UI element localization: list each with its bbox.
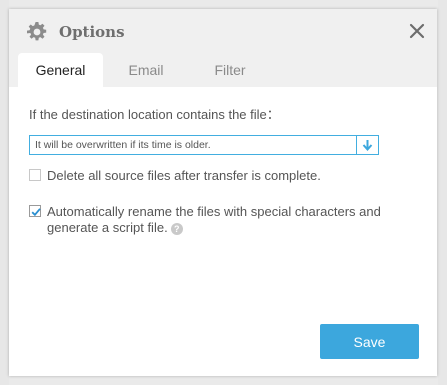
auto-rename-label-line2: generate a script file.	[47, 220, 168, 235]
options-dialog: Options General Email Filter If the dest…	[9, 9, 437, 376]
auto-rename-checkbox[interactable]	[29, 205, 41, 217]
tab-general[interactable]: General	[18, 53, 103, 87]
auto-rename-label-line2-wrap: generate a script file.?	[47, 220, 183, 236]
dialog-title: Options	[59, 23, 125, 41]
gear-icon	[27, 22, 47, 41]
help-icon[interactable]: ?	[170, 223, 183, 235]
destination-label: If the destination location contains the…	[29, 107, 280, 122]
dialog-titlebar: Options General Email Filter	[9, 9, 437, 87]
tab-email[interactable]: Email	[105, 53, 187, 87]
auto-rename-label-line1: Automatically rename the files with spec…	[47, 204, 381, 219]
delete-source-checkbox[interactable]	[29, 169, 41, 181]
arrow-down-icon	[362, 140, 373, 151]
page-edge-right	[438, 0, 447, 385]
close-icon[interactable]	[409, 23, 425, 39]
destination-select-toggle[interactable]	[356, 136, 378, 154]
destination-select-value: It will be overwritten if its time is ol…	[35, 139, 211, 151]
page-edge-left	[0, 0, 9, 385]
save-button[interactable]: Save	[320, 324, 419, 359]
delete-source-label: Delete all source files after transfer i…	[47, 168, 321, 183]
tab-filter[interactable]: Filter	[189, 53, 271, 87]
checkmark-icon	[31, 208, 41, 217]
destination-select[interactable]: It will be overwritten if its time is ol…	[29, 135, 379, 155]
